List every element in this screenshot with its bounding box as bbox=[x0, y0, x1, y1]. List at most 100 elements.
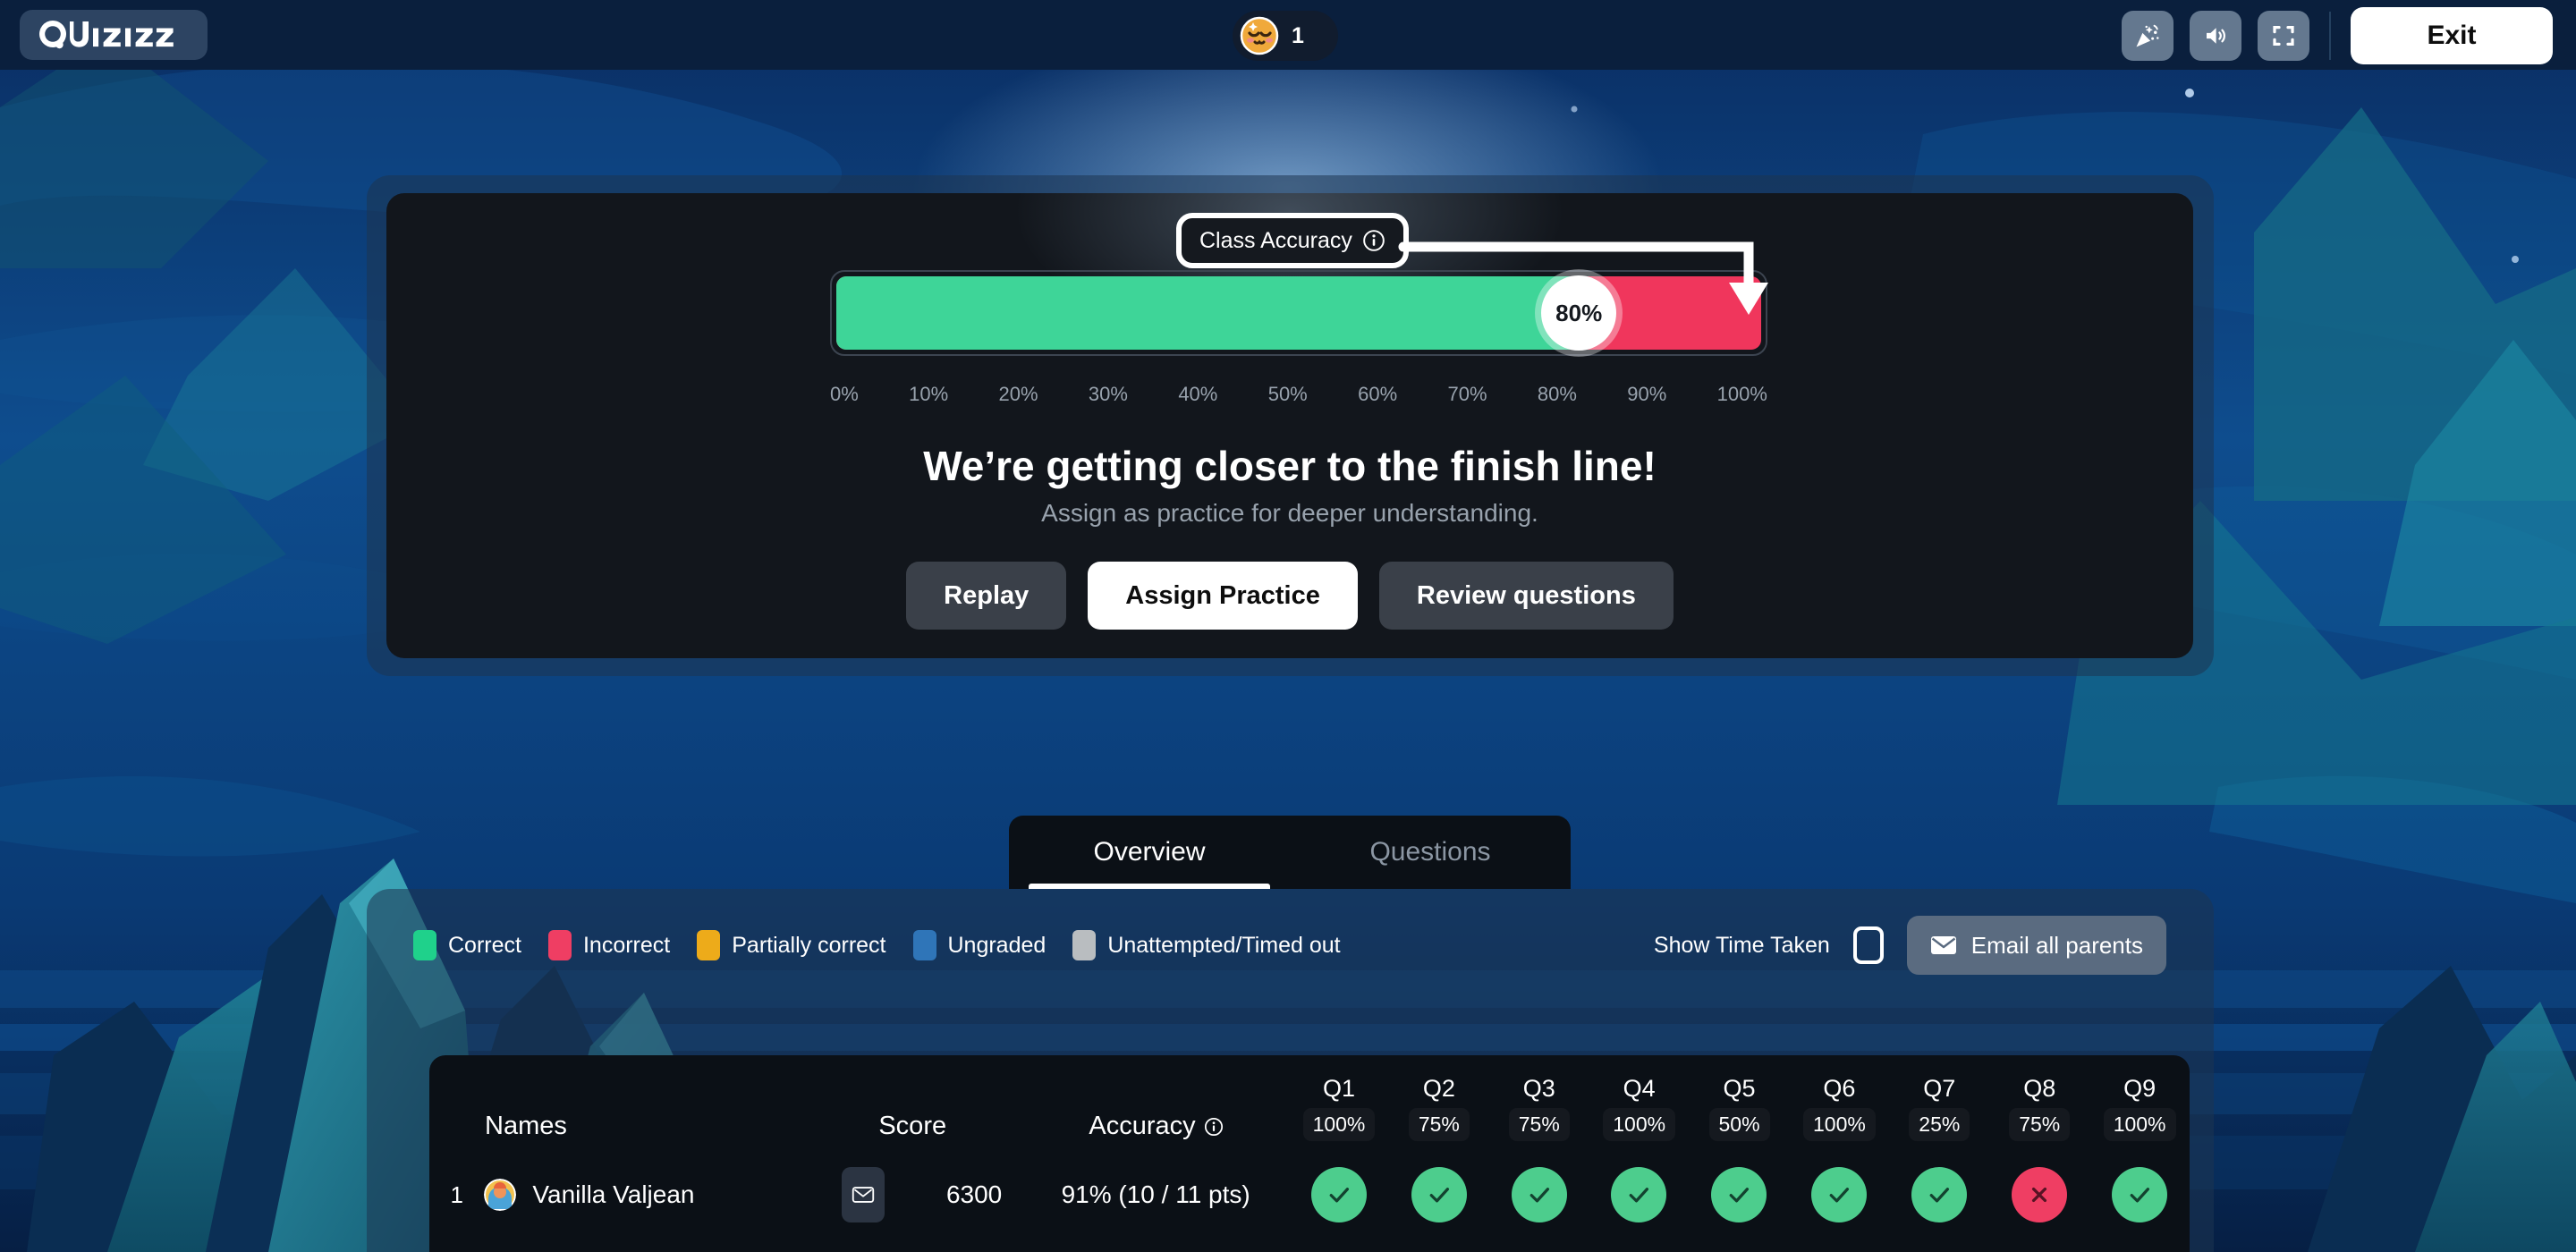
legend-swatch bbox=[547, 930, 572, 960]
question-label: Q2 bbox=[1422, 1075, 1455, 1102]
question-accuracy: 100% bbox=[1302, 1108, 1376, 1141]
results-table-viewport[interactable]: Names Score Accuracy Q1 100% Q2 75% Q3 75% Q4 100%… bbox=[429, 1055, 2190, 1252]
axis-tick-1: 10% bbox=[909, 383, 949, 405]
check-icon bbox=[1911, 1167, 1968, 1222]
legend-item-3: Ungraded bbox=[912, 930, 1046, 960]
question-accuracy: 75% bbox=[1408, 1108, 1470, 1141]
legend-swatch bbox=[912, 930, 936, 960]
legend-label: Ungraded bbox=[947, 932, 1046, 958]
row-answer-q6[interactable] bbox=[1789, 1167, 1889, 1222]
axis-tick-10: 100% bbox=[1716, 383, 1767, 405]
column-header-q2[interactable]: Q2 75% bbox=[1389, 1075, 1489, 1141]
check-icon bbox=[1411, 1167, 1467, 1222]
email-all-parents-label: Email all parents bbox=[1970, 931, 2143, 959]
confetti-icon bbox=[2136, 24, 2159, 47]
question-label: Q3 bbox=[1522, 1075, 1555, 1102]
row-answer-q2[interactable] bbox=[1389, 1167, 1489, 1222]
show-time-taken-checkbox[interactable] bbox=[1852, 926, 1884, 964]
header-divider bbox=[2329, 12, 2331, 60]
player-count-value: 1 bbox=[1292, 22, 1304, 48]
row-name: Vanilla Valjean bbox=[532, 1180, 695, 1208]
row-email-cell bbox=[801, 1167, 926, 1222]
accuracy-axis-ticks: 0% 10% 20% 30% 40% 50% 60% 70% 80% 90% 100% bbox=[830, 383, 1767, 406]
column-header-q1[interactable]: Q1 100% bbox=[1289, 1075, 1389, 1141]
row-accuracy: 91% (10 / 11 pts) bbox=[1061, 1180, 1250, 1208]
tab-overview[interactable]: Overview bbox=[1009, 816, 1290, 889]
question-label: Q1 bbox=[1322, 1075, 1355, 1102]
legend-item-0: Correct bbox=[413, 930, 521, 960]
volume-button[interactable] bbox=[2190, 11, 2241, 61]
axis-tick-5: 50% bbox=[1267, 383, 1308, 405]
quizizz-logo[interactable] bbox=[20, 10, 208, 60]
check-icon bbox=[1711, 1167, 1767, 1222]
cross-icon bbox=[2012, 1167, 2068, 1222]
class-accuracy-chip[interactable]: Class Accuracy bbox=[1176, 213, 1409, 268]
legend-controls: Show Time Taken Email all parents bbox=[1654, 916, 2193, 975]
email-student-button[interactable] bbox=[842, 1167, 886, 1222]
column-header-q8[interactable]: Q8 75% bbox=[1989, 1075, 2089, 1141]
row-score: 6300 bbox=[945, 1180, 1003, 1208]
fullscreen-icon bbox=[2273, 26, 2294, 46]
column-header-q5[interactable]: Q5 50% bbox=[1690, 1075, 1790, 1141]
legend-items: Correct Incorrect Partially correct Ungrade… bbox=[413, 930, 1341, 960]
confetti-button[interactable] bbox=[2122, 11, 2174, 61]
axis-tick-4: 40% bbox=[1178, 383, 1218, 405]
legend-swatch bbox=[413, 930, 436, 960]
info-icon[interactable] bbox=[1204, 1117, 1224, 1137]
row-answer-q1[interactable] bbox=[1289, 1167, 1389, 1222]
results-action-buttons: Replay Assign Practice Review questions bbox=[386, 562, 2193, 630]
envelope-icon bbox=[1930, 936, 1956, 954]
axis-tick-7: 70% bbox=[1447, 383, 1487, 405]
results-headline: We’re getting closer to the finish line! bbox=[923, 443, 1657, 489]
axis-tick-0: 0% bbox=[830, 383, 859, 405]
column-header-names: Names bbox=[485, 1112, 567, 1140]
legend-label: Partially correct bbox=[732, 932, 886, 958]
legend-label: Correct bbox=[448, 932, 521, 958]
player-count-pill[interactable]: 1 bbox=[1233, 11, 1338, 61]
question-label: Q5 bbox=[1723, 1075, 1756, 1102]
row-answer-q7[interactable] bbox=[1889, 1167, 1989, 1222]
legend-swatch bbox=[697, 930, 721, 960]
row-name-cell: Vanilla Valjean bbox=[484, 1179, 801, 1211]
table-row[interactable]: 2 bbox=[429, 1238, 2190, 1252]
check-icon bbox=[1310, 1167, 1367, 1222]
question-label: Q8 bbox=[2023, 1075, 2056, 1102]
axis-tick-3: 30% bbox=[1088, 383, 1128, 405]
legend-item-4: Unattempted/Timed out bbox=[1072, 930, 1341, 960]
column-header-q6[interactable]: Q6 100% bbox=[1789, 1075, 1889, 1141]
column-header-q7[interactable]: Q7 25% bbox=[1889, 1075, 1989, 1141]
row-answer-q5[interactable] bbox=[1689, 1167, 1789, 1222]
fullscreen-button[interactable] bbox=[2258, 11, 2309, 61]
show-time-taken-label: Show Time Taken bbox=[1653, 932, 1830, 958]
column-header-accuracy: Accuracy bbox=[1023, 1112, 1289, 1141]
app-header: 1 Exit bbox=[0, 0, 2576, 70]
results-subline: Assign as practice for deeper understand… bbox=[1041, 499, 1538, 527]
table-row[interactable]: 1 Vanilla Valjean 6300 91% (10 / 11 pts) bbox=[429, 1152, 2190, 1238]
axis-tick-9: 90% bbox=[1627, 383, 1667, 405]
column-header-q9[interactable]: Q9 100% bbox=[2089, 1075, 2190, 1141]
column-header-accuracy-label: Accuracy bbox=[1089, 1112, 1196, 1140]
column-header-q3[interactable]: Q3 75% bbox=[1489, 1075, 1589, 1141]
axis-tick-6: 60% bbox=[1358, 383, 1398, 405]
check-icon bbox=[2112, 1167, 2168, 1222]
question-label: Q4 bbox=[1623, 1075, 1656, 1102]
row-answer-q3[interactable] bbox=[1489, 1167, 1589, 1222]
row-answer-q8[interactable] bbox=[1989, 1167, 2089, 1222]
legend-label: Incorrect bbox=[582, 932, 671, 958]
table-header-row: Names Score Accuracy Q1 100% Q2 75% Q3 75% Q4 100%… bbox=[429, 1055, 2190, 1152]
info-icon[interactable] bbox=[1362, 229, 1385, 252]
replay-button[interactable]: Replay bbox=[906, 562, 1067, 630]
assign-practice-button[interactable]: Assign Practice bbox=[1088, 562, 1358, 630]
row-answer-q9[interactable] bbox=[2089, 1167, 2190, 1222]
tooltip-pointer-arrow bbox=[1398, 241, 1768, 315]
question-label: Q9 bbox=[2123, 1075, 2157, 1102]
row-answer-q4[interactable] bbox=[1589, 1167, 1689, 1222]
check-icon bbox=[1511, 1167, 1567, 1222]
email-all-parents-button[interactable]: Email all parents bbox=[1906, 916, 2166, 975]
tab-questions[interactable]: Questions bbox=[1290, 816, 1571, 889]
review-questions-button[interactable]: Review questions bbox=[1378, 562, 1674, 630]
header-controls: Exit bbox=[2122, 7, 2553, 64]
exit-button[interactable]: Exit bbox=[2351, 7, 2553, 64]
class-accuracy-tooltip: Class Accuracy bbox=[1176, 213, 1768, 315]
column-header-q4[interactable]: Q4 100% bbox=[1589, 1075, 1690, 1141]
